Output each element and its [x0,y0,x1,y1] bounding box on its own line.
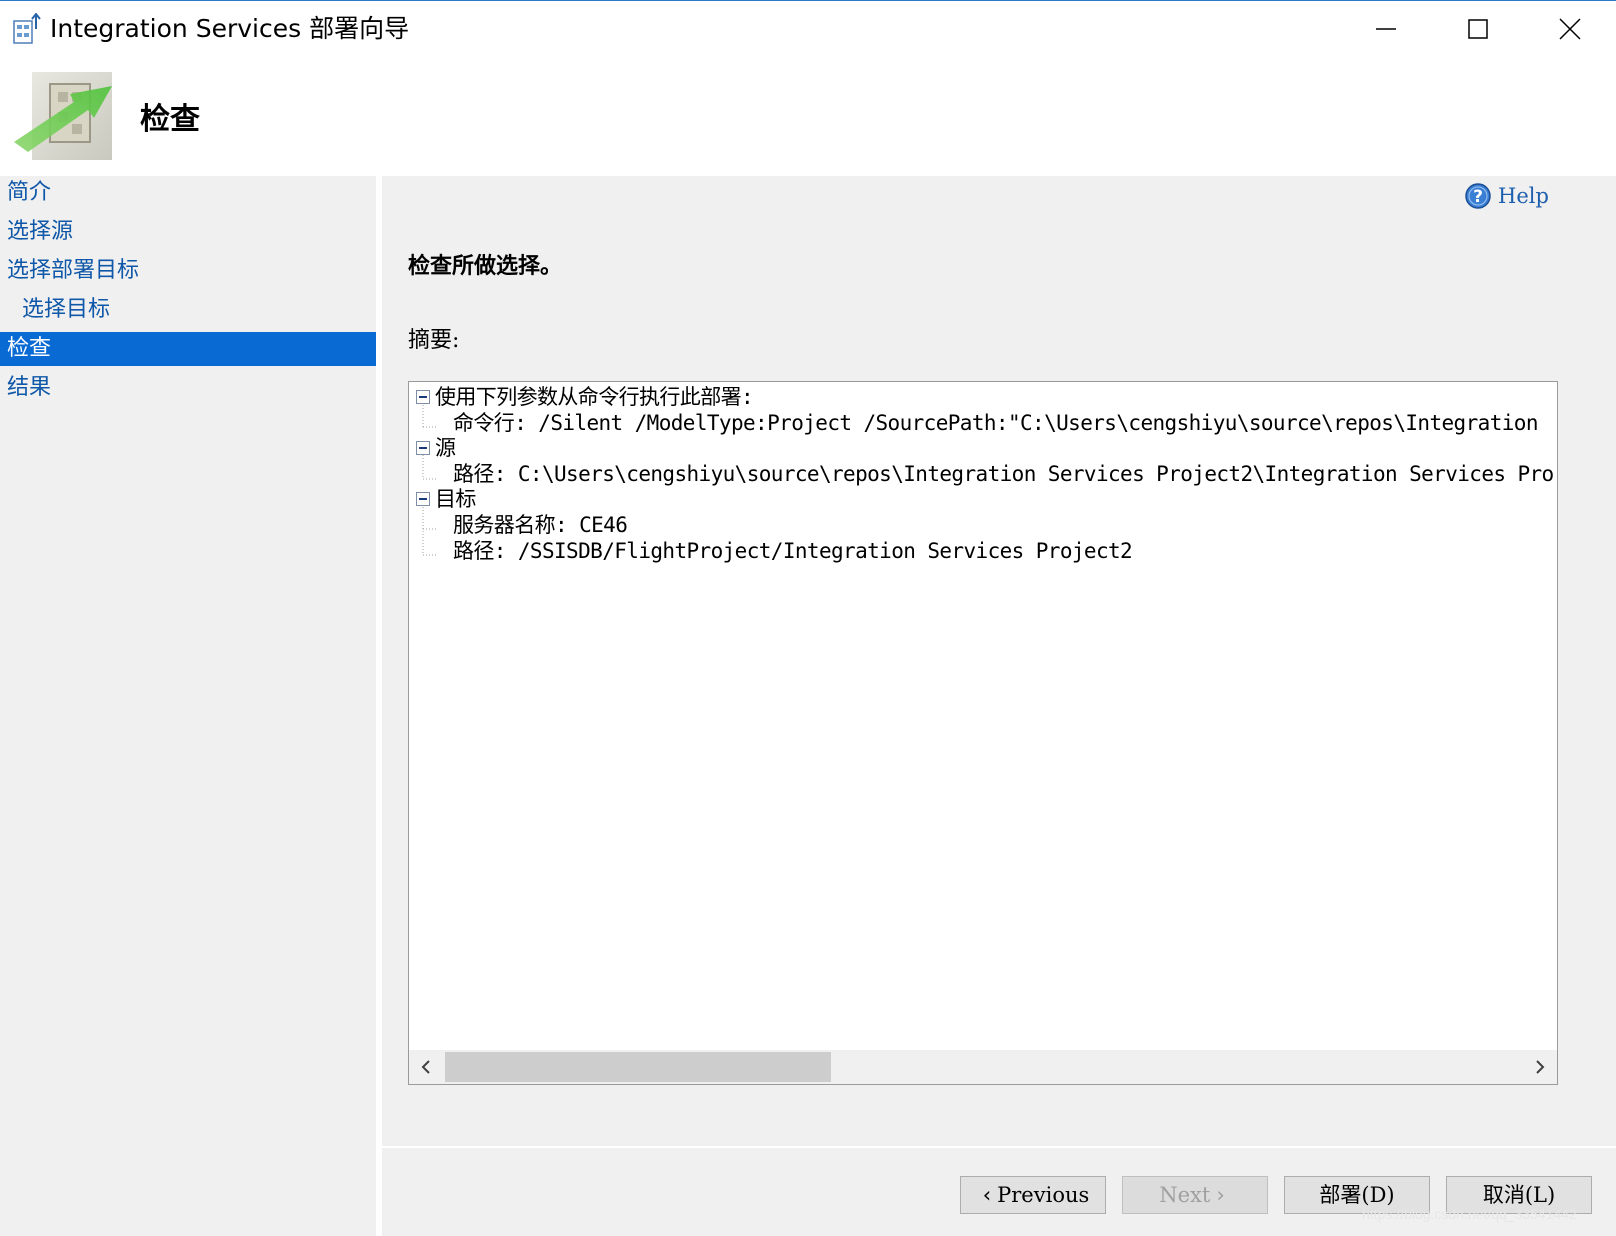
content-panel: ? Help 检查所做选择。 摘要: 使用下列参数从命令行执行此部署: 命令行:… [382,176,1616,1236]
chevron-left-icon: ‹ [982,1183,992,1207]
tree-leaf-command-line[interactable]: 命令行: /Silent /ModelType:Project /SourceP… [453,410,1538,436]
tree-leaf-source-path[interactable]: 路径: C:\Users\cengshiyu\source\repos\Inte… [453,461,1554,487]
scroll-right-button[interactable] [1523,1050,1557,1084]
help-icon: ? [1465,183,1491,209]
page-title: 检查 [140,102,200,137]
collapse-toggle-command-line[interactable] [416,390,430,404]
tree-leaf-target-path[interactable]: 路径: /SSISDB/FlightProject/Integration Se… [453,538,1133,564]
chevron-right-icon: › [1216,1183,1225,1207]
collapse-toggle-source[interactable] [416,441,430,455]
sidebar-item-select-source[interactable]: 选择源 [0,215,376,249]
sidebar-item-select-deployment-target[interactable]: 选择部署目标 [0,254,376,288]
tree-node-command-line-group[interactable]: 使用下列参数从命令行执行此部署: [435,384,754,410]
sidebar-item-results[interactable]: 结果 [0,371,376,405]
collapse-toggle-target[interactable] [416,492,430,506]
horizontal-scrollbar[interactable] [409,1050,1557,1084]
tree-leaf-server-name[interactable]: 服务器名称: CE46 [453,512,628,538]
scroll-left-button[interactable] [409,1050,443,1084]
review-heading: 检查所做选择。 [408,253,563,279]
previous-button-label: Previous [997,1183,1090,1207]
tree-node-target[interactable]: 目标 [435,486,476,512]
next-button[interactable]: Next › [1122,1176,1268,1214]
previous-button[interactable]: ‹ Previous [960,1176,1106,1214]
maximize-button[interactable] [1432,1,1524,57]
close-icon [1559,18,1581,40]
watermark: https://blog.csdn.net/qq_33541442 [1362,1206,1577,1222]
close-button[interactable] [1524,1,1616,57]
sidebar-item-intro[interactable]: 简介 [0,176,376,210]
deployment-wizard-icon [14,72,112,160]
sidebar-item-review[interactable]: 检查 [0,332,376,366]
sidebar-item-select-destination[interactable]: 选择目标 [0,293,376,327]
minimize-icon [1376,28,1396,30]
scrollbar-thumb[interactable] [445,1052,831,1082]
window-title: Integration Services 部署向导 [50,14,410,43]
summary-tree[interactable]: 使用下列参数从命令行执行此部署: 命令行: /Silent /ModelType… [408,381,1558,1085]
app-icon [10,12,44,45]
chevron-left-icon [421,1060,430,1074]
tree-node-source[interactable]: 源 [435,435,456,461]
footer-divider [382,1146,1616,1148]
maximize-icon [1468,19,1488,39]
minimize-button[interactable] [1340,1,1432,57]
help-link[interactable]: ? Help [1464,182,1549,210]
summary-label: 摘要: [408,328,460,353]
wizard-steps-sidebar: 简介 选择源 选择部署目标 选择目标 检查 结果 [0,176,382,1236]
chevron-right-icon [1536,1060,1545,1074]
wizard-banner: 检查 [0,56,1616,176]
title-bar: Integration Services 部署向导 [0,0,1616,56]
help-label[interactable]: Help [1498,184,1549,208]
svg-text:?: ? [1473,187,1483,207]
next-button-label: Next [1159,1183,1211,1207]
